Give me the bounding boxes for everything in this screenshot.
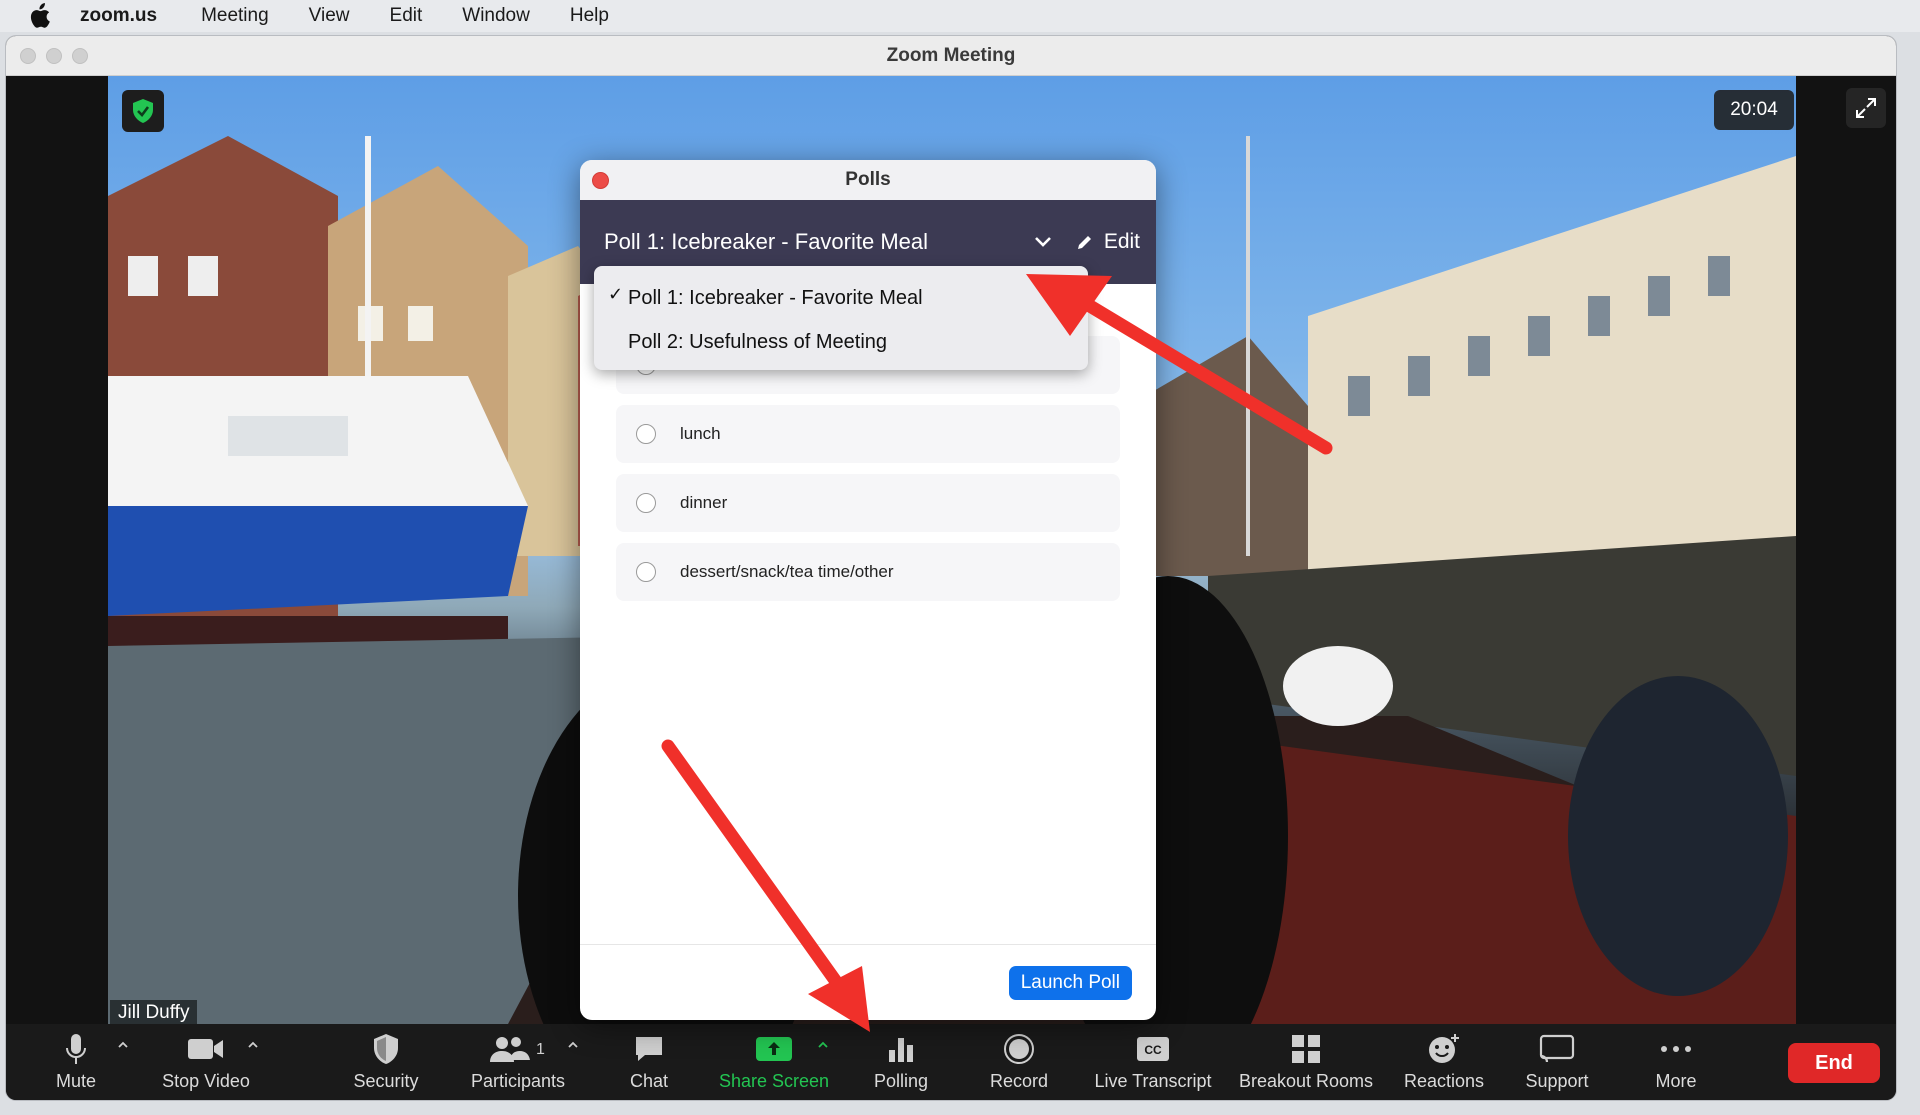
- share-screen-label: Share Screen: [718, 1071, 830, 1091]
- participants-button[interactable]: 1 Participants: [456, 1024, 580, 1100]
- polling-bar-chart-icon: [886, 1031, 916, 1067]
- shield-icon: [372, 1031, 400, 1067]
- minimize-window-button[interactable]: [46, 48, 62, 64]
- reactions-smiley-icon: [1427, 1031, 1461, 1067]
- menu-edit[interactable]: Edit: [390, 5, 423, 27]
- poll-dropdown-menu: ✓ Poll 1: Icebreaker - Favorite Meal Pol…: [594, 266, 1088, 370]
- share-options-chevron-icon[interactable]: [816, 1038, 830, 1052]
- menu-help[interactable]: Help: [570, 5, 609, 27]
- participant-name-tag: Jill Duffy: [110, 1000, 198, 1026]
- live-transcript-button[interactable]: CC Live Transcript: [1088, 1024, 1218, 1100]
- window-title: Zoom Meeting: [886, 44, 1016, 66]
- mac-menubar: zoom.us Meeting View Edit Window Help: [0, 0, 1920, 32]
- mute-label: Mute: [55, 1071, 97, 1091]
- meeting-timer: 20:04: [1714, 90, 1794, 130]
- menu-view[interactable]: View: [309, 5, 350, 27]
- edit-poll-label: Edit: [1103, 230, 1140, 253]
- stop-video-label: Stop Video: [162, 1071, 250, 1091]
- record-button[interactable]: Record: [974, 1024, 1064, 1100]
- microphone-icon: [65, 1031, 87, 1067]
- video-options-chevron-icon[interactable]: [246, 1038, 260, 1052]
- radio-button[interactable]: [636, 562, 656, 582]
- menu-app-name[interactable]: zoom.us: [80, 5, 157, 27]
- polls-footer: Launch Poll: [580, 944, 1156, 1020]
- record-label: Record: [989, 1071, 1049, 1091]
- dropdown-item-label: Poll 1: Icebreaker - Favorite Meal: [628, 286, 923, 309]
- dropdown-item-label: Poll 2: Usefulness of Meeting: [628, 330, 888, 353]
- support-cast-icon: [1539, 1031, 1575, 1067]
- more-label: More: [1655, 1071, 1697, 1091]
- chat-label: Chat: [629, 1071, 669, 1091]
- pencil-icon: [1077, 236, 1091, 249]
- svg-text:CC: CC: [1144, 1043, 1162, 1057]
- chat-bubble-icon: [633, 1031, 665, 1067]
- participants-icon: 1: [488, 1031, 548, 1067]
- poll-option-label: lunch: [680, 424, 721, 443]
- participants-label: Participants: [470, 1071, 566, 1091]
- apple-icon[interactable]: [28, 2, 56, 30]
- checkmark-icon: ✓: [608, 284, 624, 304]
- security-label: Security: [353, 1071, 419, 1091]
- launch-poll-button[interactable]: Launch Poll: [1008, 965, 1132, 1000]
- chevron-down-icon[interactable]: [1028, 227, 1058, 257]
- more-ellipsis-icon: [1660, 1031, 1692, 1067]
- fullscreen-icon[interactable]: [1846, 88, 1886, 128]
- selected-poll-name[interactable]: Poll 1: Icebreaker - Favorite Meal: [604, 229, 1028, 255]
- video-camera-icon: [187, 1031, 225, 1067]
- share-screen-icon: [755, 1031, 793, 1067]
- dropdown-item-poll-1[interactable]: ✓ Poll 1: Icebreaker - Favorite Meal: [594, 276, 1088, 320]
- support-label: Support: [1525, 1071, 1589, 1091]
- poll-option-label: dessert/snack/tea time/other: [680, 562, 894, 581]
- menu-window[interactable]: Window: [462, 5, 530, 27]
- dropdown-item-poll-2[interactable]: Poll 2: Usefulness of Meeting: [594, 320, 1088, 364]
- menu-meeting[interactable]: Meeting: [201, 5, 269, 27]
- close-window-button[interactable]: [20, 48, 36, 64]
- radio-button[interactable]: [636, 424, 656, 444]
- reactions-label: Reactions: [1403, 1071, 1485, 1091]
- window-controls: [20, 48, 88, 64]
- closed-captions-icon: CC: [1136, 1031, 1170, 1067]
- polls-titlebar: Polls: [580, 160, 1156, 200]
- more-button[interactable]: More: [1638, 1024, 1714, 1100]
- polls-title: Polls: [845, 169, 891, 190]
- record-icon: [1003, 1031, 1035, 1067]
- meeting-toolbar: Mute Stop Video Security 1 Participants …: [6, 1024, 1896, 1100]
- edit-poll-button[interactable]: Edit: [1076, 230, 1140, 254]
- participants-options-chevron-icon[interactable]: [566, 1038, 580, 1052]
- radio-button[interactable]: [636, 493, 656, 513]
- support-button[interactable]: Support: [1512, 1024, 1602, 1100]
- poll-option-label: dinner: [680, 493, 728, 512]
- breakout-rooms-label: Breakout Rooms: [1238, 1071, 1374, 1091]
- stop-video-button[interactable]: Stop Video: [146, 1024, 266, 1100]
- mute-button[interactable]: Mute: [36, 1024, 116, 1100]
- breakout-rooms-button[interactable]: Breakout Rooms: [1232, 1024, 1380, 1100]
- share-screen-button[interactable]: Share Screen: [712, 1024, 836, 1100]
- polling-label: Polling: [873, 1071, 929, 1091]
- window-titlebar: Zoom Meeting: [6, 36, 1896, 76]
- live-transcript-label: Live Transcript: [1094, 1071, 1212, 1091]
- zoom-window-button[interactable]: [72, 48, 88, 64]
- poll-option[interactable]: dinner: [616, 474, 1120, 532]
- end-meeting-button[interactable]: End: [1788, 1043, 1880, 1083]
- chat-button[interactable]: Chat: [612, 1024, 686, 1100]
- participants-count: 1: [536, 1041, 545, 1058]
- reactions-button[interactable]: Reactions: [1394, 1024, 1494, 1100]
- polls-close-button[interactable]: [592, 172, 609, 189]
- poll-option[interactable]: lunch: [616, 405, 1120, 463]
- polling-button[interactable]: Polling: [856, 1024, 946, 1100]
- mute-options-chevron-icon[interactable]: [116, 1038, 130, 1052]
- poll-option[interactable]: dessert/snack/tea time/other: [616, 543, 1120, 601]
- encryption-shield-icon[interactable]: [122, 90, 164, 132]
- security-button[interactable]: Security: [336, 1024, 436, 1100]
- breakout-rooms-grid-icon: [1291, 1031, 1321, 1067]
